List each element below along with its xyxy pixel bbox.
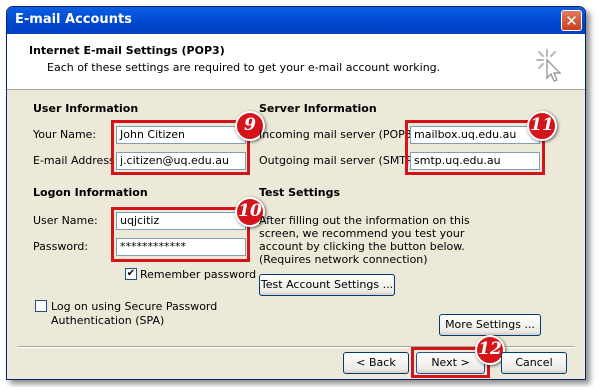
email-address-label: E-mail Address: [33,154,119,167]
more-settings-button[interactable]: More Settings ... [439,314,541,336]
next-button[interactable]: Next > [416,352,485,374]
cancel-button[interactable]: Cancel [501,352,567,374]
back-button[interactable]: < Back [343,352,409,374]
wizard-sparkle-cursor-icon [536,49,562,82]
incoming-server-label: Incoming mail server (POP3): [259,128,420,141]
test-settings-heading: Test Settings [259,186,341,199]
logon-info-heading: Logon Information [33,186,148,199]
spa-label-line1[interactable]: Log on using Secure Password [51,300,217,313]
email-accounts-dialog: E-mail Accounts ✕ Internet E-mail Settin… [6,6,586,380]
incoming-server-field[interactable]: mailbox.uq.edu.au [410,126,540,144]
header-subtitle: Each of these settings are required to g… [47,61,441,74]
password-field[interactable]: ************ [116,238,246,256]
user-name-label: User Name: [33,214,98,227]
remember-password-label[interactable]: Remember password [140,268,256,281]
password-label: Password: [33,240,89,253]
user-info-heading: User Information [33,102,139,115]
your-name-field[interactable]: John Citizen [116,126,246,144]
remember-password-checkbox[interactable]: ✔ [125,268,137,280]
email-address-field[interactable]: j.citizen@uq.edu.au [116,152,246,170]
test-settings-description: After filling out the information on thi… [259,214,470,266]
your-name-label: Your Name: [33,128,97,141]
test-account-settings-button[interactable]: Test Account Settings ... [259,274,395,296]
outgoing-server-field[interactable]: smtp.uq.edu.au [410,152,540,170]
annotation-badge-11: 11 [527,111,557,141]
dialog-body: User Information Your Name: E-mail Addre… [7,90,585,379]
server-info-heading: Server Information [259,102,377,115]
header-title: Internet E-mail Settings (POP3) [29,44,225,57]
title-bar[interactable]: E-mail Accounts ✕ [7,7,585,34]
outgoing-server-label: Outgoing mail server (SMTP): [259,154,421,167]
close-button[interactable]: ✕ [561,10,582,31]
user-name-field[interactable]: uqjcitiz [116,212,246,230]
check-icon: ✔ [126,268,136,279]
dialog-header: Internet E-mail Settings (POP3) Each of … [7,34,585,90]
spa-label-line2[interactable]: Authentication (SPA) [51,314,164,327]
window-title: E-mail Accounts [15,12,132,27]
spa-checkbox[interactable] [35,300,47,312]
